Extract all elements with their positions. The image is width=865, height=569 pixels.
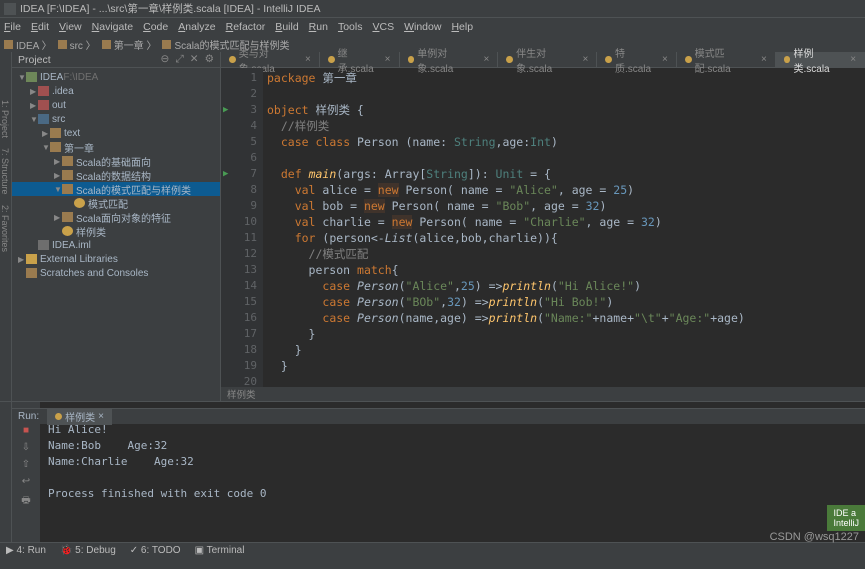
- tree-node[interactable]: ▼IDEA F:\IDEA: [12, 70, 220, 84]
- editor-breadcrumb[interactable]: 样例类: [221, 387, 865, 401]
- tree-node[interactable]: ▼Scala的模式匹配与样例类: [12, 182, 220, 196]
- stop-icon[interactable]: ■: [23, 425, 29, 436]
- panel-tool-icon[interactable]: ⚙: [205, 53, 214, 66]
- tree-node[interactable]: ▼第一章: [12, 140, 220, 154]
- editor-tabs[interactable]: 类与对象.scala ×继承.scala ×单例对象.scala ×伴生对象.s…: [221, 52, 865, 68]
- editor-tab[interactable]: 继承.scala ×: [320, 52, 400, 67]
- title-bar: IDEA [F:\IDEA] - ...\src\第一章\样例类.scala […: [0, 0, 865, 18]
- app-icon: [4, 3, 16, 15]
- menu-item[interactable]: VCS: [372, 21, 394, 33]
- breadcrumb-item[interactable]: 第一章 〉: [102, 37, 157, 52]
- status-bar: [0, 558, 865, 569]
- run-gutter-icon[interactable]: ▶: [223, 102, 228, 118]
- menu-item[interactable]: File: [4, 21, 21, 33]
- window-title: IDEA [F:\IDEA] - ...\src\第一章\样例类.scala […: [20, 1, 320, 16]
- panel-tool-icon[interactable]: ⊖: [161, 53, 170, 66]
- tree-node[interactable]: ▶Scala的基础面向: [12, 154, 220, 168]
- tree-node[interactable]: ▶External Libraries: [12, 252, 220, 266]
- breadcrumb-item[interactable]: src 〉: [58, 37, 96, 52]
- bottom-tab[interactable]: ▣ Terminal: [195, 545, 245, 556]
- close-icon: ×: [305, 54, 311, 65]
- down-icon[interactable]: ⇩: [22, 442, 30, 453]
- tree-node[interactable]: 样例类: [12, 224, 220, 238]
- ide-notification[interactable]: IDE aIntelliJ: [827, 505, 865, 531]
- tree-node[interactable]: ▶out: [12, 98, 220, 112]
- print-icon[interactable]: 🖶: [21, 493, 30, 510]
- editor: 类与对象.scala ×继承.scala ×单例对象.scala ×伴生对象.s…: [221, 52, 865, 401]
- close-icon: ×: [385, 54, 391, 65]
- close-icon: ×: [850, 54, 856, 65]
- menu-item[interactable]: Analyze: [178, 21, 215, 33]
- project-header: Project ⊖ ⤢ ✕ ⚙: [12, 52, 220, 68]
- menu-item[interactable]: Edit: [31, 21, 49, 33]
- menu-item[interactable]: Refactor: [226, 21, 266, 33]
- project-panel: Project ⊖ ⤢ ✕ ⚙ ▼IDEA F:\IDEA▶.idea▶out▼src…: [12, 52, 221, 401]
- bottom-tab[interactable]: 🐞 5: Debug: [60, 545, 116, 556]
- code-view[interactable]: package 第一章 object 样例类 { //样例类 case clas…: [263, 68, 865, 387]
- tree-node[interactable]: ▶Scala面向对象的特征: [12, 210, 220, 224]
- run-header: Run: 样例类 ×: [12, 408, 865, 424]
- menu-item[interactable]: Build: [275, 21, 298, 33]
- menu-item[interactable]: Navigate: [92, 21, 133, 33]
- run-left-strip: [0, 402, 12, 546]
- run-label: Run:: [18, 411, 39, 422]
- bottom-tab[interactable]: ✓ 6: TODO: [130, 545, 181, 556]
- side-tab[interactable]: 7: Structure: [0, 148, 10, 195]
- tree-node[interactable]: ▶.idea: [12, 84, 220, 98]
- editor-tab[interactable]: 类与对象.scala ×: [221, 52, 320, 67]
- wrap-icon[interactable]: ↩: [22, 476, 30, 487]
- bottom-tool-bar[interactable]: ▶ 4: Run 🐞 5: Debug ✓ 6: TODO ▣ Terminal: [0, 542, 865, 558]
- editor-tab[interactable]: 模式匹配.scala ×: [677, 52, 776, 67]
- tree-node[interactable]: Scratches and Consoles: [12, 266, 220, 280]
- editor-tab[interactable]: 单例对象.scala ×: [400, 52, 499, 67]
- close-icon[interactable]: ×: [98, 411, 104, 422]
- run-tab[interactable]: 样例类 ×: [47, 408, 112, 425]
- watermark: CSDN @wsq1227: [770, 531, 859, 543]
- tree-node[interactable]: 模式匹配: [12, 196, 220, 210]
- breadcrumb-item[interactable]: IDEA 〉: [4, 37, 52, 52]
- panel-tool-icon[interactable]: ⤢: [175, 53, 183, 66]
- menu-item[interactable]: Help: [451, 21, 473, 33]
- panel-tool-icon[interactable]: ✕: [190, 53, 199, 66]
- side-tab[interactable]: 1: Project: [0, 100, 10, 138]
- bottom-tab[interactable]: ▶ 4: Run: [6, 545, 46, 556]
- side-tool-tabs[interactable]: 1: Project 7: Structure 2: Favorites: [0, 100, 10, 252]
- tree-node[interactable]: ▶text: [12, 126, 220, 140]
- project-tree[interactable]: ▼IDEA F:\IDEA▶.idea▶out▼src▶text▼第一章▶Sca…: [12, 68, 220, 401]
- close-icon: ×: [484, 54, 490, 65]
- side-tab[interactable]: 2: Favorites: [0, 205, 10, 252]
- gutter: 123▶4567▶89101112131415161718192021: [221, 68, 263, 387]
- tree-node[interactable]: ▶Scala的数据结构: [12, 168, 220, 182]
- project-panel-title[interactable]: Project: [18, 54, 51, 66]
- tree-node[interactable]: ▼src: [12, 112, 220, 126]
- menu-bar: File Edit View Navigate Code Analyze Refactor B…: [0, 18, 865, 36]
- close-icon: ×: [761, 54, 767, 65]
- menu-item[interactable]: Code: [143, 21, 168, 33]
- close-icon: ×: [662, 54, 668, 65]
- editor-tab[interactable]: 样例类.scala ×: [776, 52, 865, 67]
- menu-item[interactable]: Tools: [338, 21, 363, 33]
- tree-node[interactable]: IDEA.iml: [12, 238, 220, 252]
- editor-tab[interactable]: 伴生对象.scala ×: [498, 52, 597, 67]
- menu-item[interactable]: Window: [404, 21, 441, 33]
- menu-item[interactable]: Run: [309, 21, 328, 33]
- editor-tab[interactable]: 特质.scala ×: [597, 52, 677, 67]
- close-icon: ×: [582, 54, 588, 65]
- menu-item[interactable]: View: [59, 21, 82, 33]
- up-icon[interactable]: ⇧: [22, 459, 30, 470]
- run-gutter-icon[interactable]: ▶: [223, 166, 228, 182]
